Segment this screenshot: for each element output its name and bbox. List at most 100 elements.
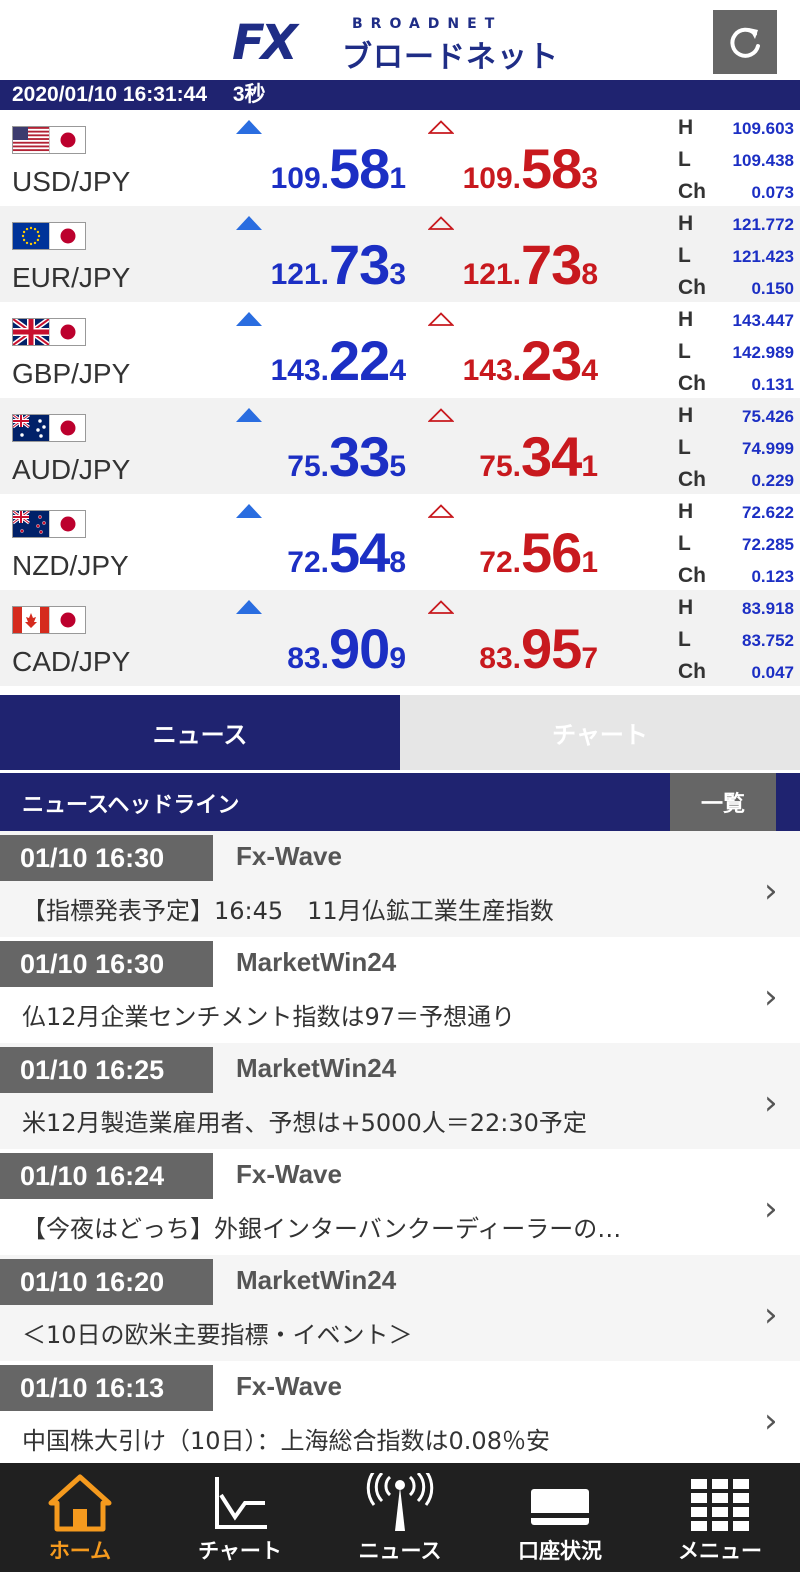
- chevron-right-icon: ›: [764, 977, 778, 1017]
- currency-flags: [12, 414, 86, 442]
- chart-icon: [215, 1477, 267, 1529]
- flag-eu-icon: [13, 223, 49, 249]
- high-low-change: H 143.447 L 142.989 Ch 0.131: [678, 304, 794, 400]
- bid-price-big: 22: [329, 329, 390, 392]
- low-value: 83.752: [742, 631, 794, 650]
- news-item[interactable]: 01/10 16:30 MarketWin24 仏12月企業センチメント指数は9…: [0, 937, 800, 1043]
- news-headline: 【指標発表予定】16:45 11月仏鉱工業生産指数: [22, 897, 554, 925]
- tab-chart[interactable]: チャート: [400, 695, 800, 770]
- rate-row[interactable]: GBP/JPY 143.224 143.234 H 143.447 L 142.98…: [0, 302, 800, 398]
- news-item[interactable]: 01/10 16:13 Fx-Wave 中国株大引け（10日）：上海総合指数は0…: [0, 1361, 800, 1463]
- nav-account-label: 口座状況: [518, 1539, 602, 1563]
- bid-up-arrow-icon: [236, 120, 262, 134]
- bid-price[interactable]: 83.909: [287, 616, 406, 681]
- ask-price[interactable]: 83.957: [479, 616, 598, 681]
- grid-menu-icon: [691, 1479, 749, 1531]
- news-item[interactable]: 01/10 16:20 MarketWin24 ＜10日の欧米主要指標・イベント…: [0, 1255, 800, 1361]
- news-time-badge: 01/10 16:20: [0, 1259, 213, 1305]
- currency-pair: NZD/JPY: [12, 550, 129, 581]
- high-low-change: H 75.426 L 74.999 Ch 0.229: [678, 400, 794, 496]
- update-datetime: 2020/01/10 16:31:44: [12, 83, 207, 106]
- flag-jp-icon: [49, 127, 85, 153]
- tab-news[interactable]: ニュース: [0, 695, 400, 770]
- high-value: 72.622: [742, 503, 794, 522]
- ask-price[interactable]: 143.234: [463, 328, 598, 393]
- nav-menu-label: メニュー: [678, 1539, 762, 1563]
- news-source: Fx-Wave: [236, 1159, 342, 1189]
- flag-ca-icon: [13, 607, 49, 633]
- high-value: 143.447: [732, 311, 794, 330]
- high-label: H: [678, 404, 694, 427]
- bid-price-big: 73: [329, 233, 390, 296]
- bid-price-big: 54: [329, 521, 390, 584]
- ask-price-prefix: 83.: [479, 642, 522, 675]
- flag-jp-icon: [49, 319, 85, 345]
- ask-price-prefix: 143.: [462, 354, 522, 387]
- low-label: L: [678, 244, 691, 267]
- nav-home[interactable]: ホーム: [0, 1463, 160, 1572]
- rate-list[interactable]: USD/JPY 109.581 109.583 H 109.603 L 109.43…: [0, 110, 800, 695]
- news-item[interactable]: 01/10 16:30 Fx-Wave 【指標発表予定】16:45 11月仏鉱工…: [0, 831, 800, 937]
- flag-gb-icon: [13, 319, 49, 345]
- ask-price[interactable]: 72.561: [479, 520, 598, 585]
- nav-chart[interactable]: チャート: [160, 1463, 320, 1572]
- nav-news[interactable]: ニュース: [320, 1463, 480, 1572]
- high-label: H: [678, 116, 694, 139]
- chevron-right-icon: ›: [764, 871, 778, 911]
- nav-account[interactable]: 口座状況: [480, 1463, 640, 1572]
- ask-up-arrow-outline-icon: [428, 504, 454, 518]
- ask-price[interactable]: 121.738: [463, 232, 598, 297]
- broadnet-logo: FX BROADNET ブロードネット: [232, 12, 572, 75]
- bid-price-pip: 3: [389, 258, 406, 291]
- bid-price[interactable]: 143.224: [271, 328, 406, 393]
- ask-price-pip: 1: [581, 546, 598, 579]
- flag-jp-icon: [49, 223, 85, 249]
- bid-up-arrow-icon: [236, 408, 262, 422]
- rate-row[interactable]: USD/JPY 109.581 109.583 H 109.603 L 109.43…: [0, 110, 800, 206]
- ask-price-prefix: 75.: [479, 450, 522, 483]
- news-headline: 【今夜はどっち】外銀インターバンクーディーラーの…: [22, 1215, 622, 1243]
- low-label: L: [678, 436, 691, 459]
- change-label: Ch: [678, 468, 706, 491]
- news-source: MarketWin24: [236, 947, 397, 977]
- bid-price-big: 90: [329, 617, 390, 680]
- rate-row[interactable]: AUD/JPY 75.335 75.341 H 75.426 L 74.999 Ch…: [0, 398, 800, 494]
- bid-price[interactable]: 121.733: [271, 232, 406, 297]
- flag-au-icon: [13, 415, 49, 441]
- ask-price-prefix: 72.: [479, 546, 522, 579]
- ask-price[interactable]: 109.583: [463, 136, 598, 201]
- bid-price-prefix: 83.: [287, 642, 330, 675]
- currency-flags: [12, 510, 86, 538]
- bid-price[interactable]: 109.581: [271, 136, 406, 201]
- bid-price[interactable]: 72.548: [287, 520, 406, 585]
- ask-price-big: 23: [521, 329, 582, 392]
- news-item[interactable]: 01/10 16:25 MarketWin24 米12月製造業雇用者、予想は+5…: [0, 1043, 800, 1149]
- low-value: 121.423: [732, 247, 794, 266]
- news-item[interactable]: 01/10 16:24 Fx-Wave 【今夜はどっち】外銀インターバンクーディ…: [0, 1149, 800, 1255]
- content-tabs: ニュース チャート: [0, 695, 800, 770]
- rate-row[interactable]: NZD/JPY 72.548 72.561 H 72.622 L 72.285 Ch…: [0, 494, 800, 590]
- flag-us-icon: [13, 127, 49, 153]
- change-value: 0.047: [751, 663, 794, 682]
- logo-fx-text: FX: [232, 15, 298, 71]
- bid-price-prefix: 72.: [287, 546, 330, 579]
- high-value: 83.918: [742, 599, 794, 618]
- ask-price-pip: 3: [581, 162, 598, 195]
- news-list[interactable]: 01/10 16:30 Fx-Wave 【指標発表予定】16:45 11月仏鉱工…: [0, 831, 800, 1463]
- currency-pair: EUR/JPY: [12, 262, 131, 293]
- news-list-button[interactable]: 一覧: [670, 773, 776, 831]
- currency-flags: [12, 606, 86, 634]
- refresh-button[interactable]: [713, 10, 777, 74]
- rate-row[interactable]: CAD/JPY 83.909 83.957 H 83.918 L 83.752 Ch…: [0, 590, 800, 686]
- rate-row[interactable]: EUR/JPY 121.733 121.738 H 121.772 L 121.42…: [0, 206, 800, 302]
- bid-price[interactable]: 75.335: [287, 424, 406, 489]
- bid-price-pip: 1: [389, 162, 406, 195]
- ask-price-big: 56: [521, 521, 582, 584]
- ask-price-pip: 1: [581, 450, 598, 483]
- ask-price[interactable]: 75.341: [479, 424, 598, 489]
- nav-news-label: ニュース: [358, 1539, 442, 1563]
- high-low-change: H 72.622 L 72.285 Ch 0.123: [678, 496, 794, 592]
- ask-up-arrow-outline-icon: [428, 216, 454, 230]
- home-icon: [48, 1474, 112, 1532]
- nav-menu[interactable]: メニュー: [640, 1463, 800, 1572]
